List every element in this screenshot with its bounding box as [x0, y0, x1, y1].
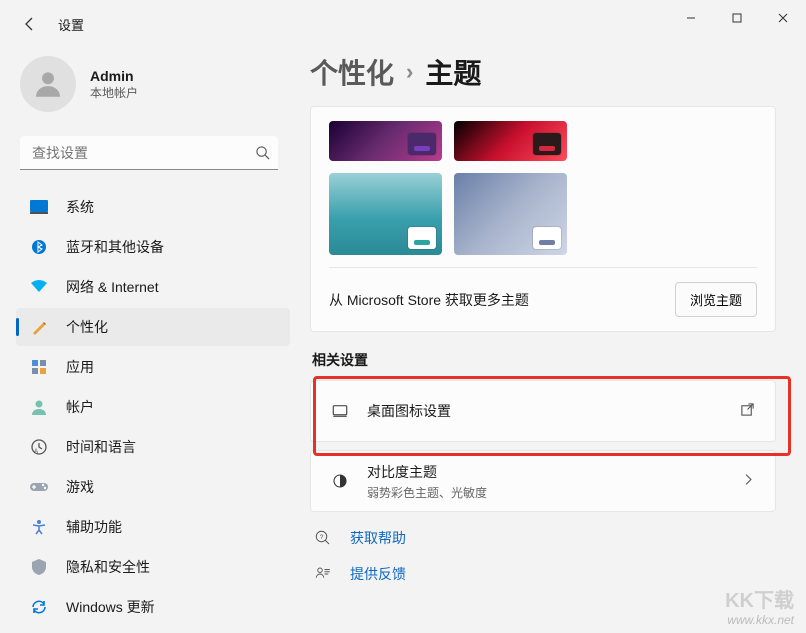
- breadcrumb: 个性化 › 主题: [310, 52, 776, 92]
- sidebar-item-label: 游戏: [66, 477, 94, 497]
- sidebar-item-update[interactable]: Windows 更新: [16, 588, 290, 626]
- desktop-icon: [331, 402, 349, 420]
- theme-chip: [408, 133, 436, 155]
- user-name: Admin: [90, 68, 138, 84]
- accessibility-icon: [30, 518, 48, 536]
- close-button[interactable]: [760, 0, 806, 36]
- bluetooth-icon: [30, 238, 48, 256]
- related-section-title: 相关设置: [312, 350, 776, 370]
- setting-title: 桌面图标设置: [367, 401, 451, 421]
- help-link-row: ? 获取帮助: [310, 520, 776, 556]
- privacy-icon: [30, 558, 48, 576]
- sidebar-item-label: 时间和语言: [66, 437, 136, 457]
- personalize-icon: [30, 318, 48, 336]
- external-link-icon: [740, 402, 755, 420]
- sidebar-item-network[interactable]: 网络 & Internet: [16, 268, 290, 306]
- setting-subtitle: 弱势彩色主题、光敏度: [367, 484, 487, 501]
- window-controls: [668, 0, 806, 36]
- sidebar: Admin 本地帐户 系统蓝牙和其他设备网络 & Internet 个性化应用帐户…: [0, 48, 300, 633]
- breadcrumb-parent[interactable]: 个性化: [310, 52, 394, 92]
- back-button[interactable]: [20, 14, 40, 34]
- contrast-icon: [331, 472, 349, 490]
- svg-text:A: A: [34, 449, 38, 455]
- sidebar-item-label: 隐私和安全性: [66, 557, 150, 577]
- sidebar-item-label: 系统: [66, 197, 94, 217]
- theme-thumbnail[interactable]: [454, 121, 567, 161]
- breadcrumb-current: 主题: [425, 52, 481, 92]
- minimize-button[interactable]: [668, 0, 714, 36]
- themes-card: 从 Microsoft Store 获取更多主题 浏览主题: [310, 106, 776, 332]
- sidebar-item-bluetooth[interactable]: 蓝牙和其他设备: [16, 228, 290, 266]
- browse-themes-button[interactable]: 浏览主题: [675, 282, 757, 317]
- sidebar-item-accounts[interactable]: 帐户: [16, 388, 290, 426]
- accounts-icon: [30, 398, 48, 416]
- system-icon: [30, 198, 48, 216]
- theme-chip: [533, 133, 561, 155]
- contrast-themes-row[interactable]: 对比度主题 弱势彩色主题、光敏度: [310, 450, 776, 512]
- user-block[interactable]: Admin 本地帐户: [16, 48, 290, 132]
- sidebar-item-label: 蓝牙和其他设备: [66, 237, 164, 257]
- give-feedback-link[interactable]: 提供反馈: [350, 564, 406, 584]
- sidebar-item-privacy[interactable]: 隐私和安全性: [16, 548, 290, 586]
- sidebar-item-apps[interactable]: 应用: [16, 348, 290, 386]
- theme-thumbnail[interactable]: [329, 121, 442, 161]
- app-title: 设置: [58, 15, 84, 34]
- sidebar-item-system[interactable]: 系统: [16, 188, 290, 226]
- theme-chip: [533, 227, 561, 249]
- watermark: KK下载 www.kkx.net: [725, 589, 794, 627]
- sidebar-item-label: 个性化: [66, 317, 108, 337]
- sidebar-item-label: 辅助功能: [66, 517, 122, 537]
- help-icon: ?: [314, 529, 332, 547]
- theme-thumbnail[interactable]: [329, 173, 442, 255]
- apps-icon: [30, 358, 48, 376]
- setting-title: 对比度主题: [367, 462, 487, 482]
- sidebar-item-label: 应用: [66, 357, 94, 377]
- gaming-icon: [30, 478, 48, 496]
- feedback-link-row: 提供反馈: [310, 556, 776, 592]
- sidebar-item-label: Windows 更新: [66, 597, 155, 617]
- time-icon: A: [30, 438, 48, 456]
- search-icon: [255, 145, 270, 163]
- sidebar-item-time[interactable]: A 时间和语言: [16, 428, 290, 466]
- maximize-button[interactable]: [714, 0, 760, 36]
- sidebar-item-personalize[interactable]: 个性化: [16, 308, 290, 346]
- sidebar-item-gaming[interactable]: 游戏: [16, 468, 290, 506]
- desktop-icon-settings-row[interactable]: 桌面图标设置: [310, 380, 776, 442]
- chevron-right-icon: [742, 473, 755, 489]
- search-wrap: [20, 136, 286, 170]
- feedback-icon: [314, 565, 332, 583]
- sidebar-item-accessibility[interactable]: 辅助功能: [16, 508, 290, 546]
- chevron-right-icon: ›: [406, 59, 413, 85]
- nav-list: 系统蓝牙和其他设备网络 & Internet 个性化应用帐户 A 时间和语言游戏辅助功…: [16, 188, 290, 626]
- sidebar-item-label: 网络 & Internet: [66, 277, 159, 297]
- theme-thumbnail[interactable]: [454, 173, 567, 255]
- titlebar: 设置: [0, 0, 806, 48]
- store-text: 从 Microsoft Store 获取更多主题: [329, 290, 529, 310]
- avatar: [20, 56, 76, 112]
- user-type: 本地帐户: [90, 84, 138, 101]
- main-panel: 个性化 › 主题 从 Microsoft Store 获取更多主题 浏览主题 相…: [300, 48, 806, 633]
- sidebar-item-label: 帐户: [66, 397, 94, 417]
- theme-chip: [408, 227, 436, 249]
- svg-text:?: ?: [320, 534, 324, 541]
- search-input[interactable]: [20, 136, 278, 170]
- get-help-link[interactable]: 获取帮助: [350, 528, 406, 548]
- network-icon: [30, 278, 48, 296]
- update-icon: [30, 598, 48, 616]
